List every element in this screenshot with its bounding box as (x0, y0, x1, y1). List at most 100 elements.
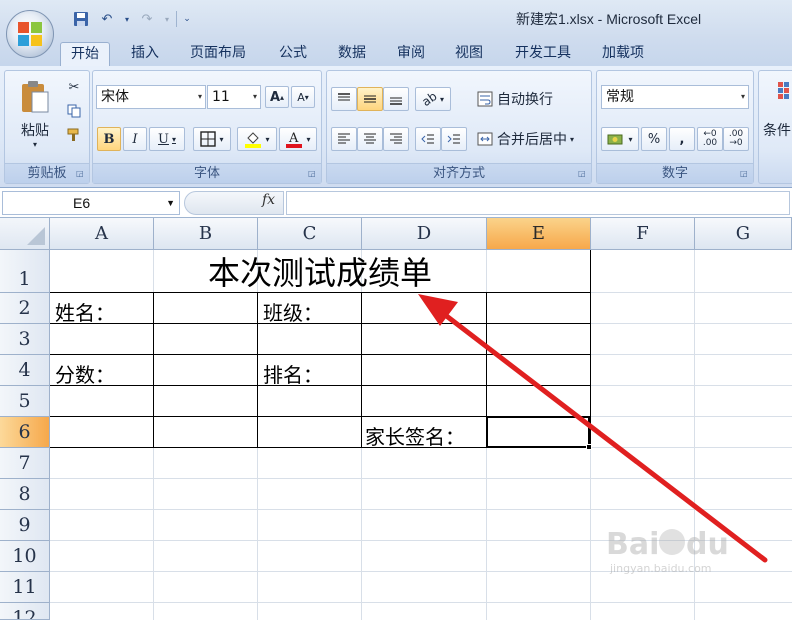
window-title: 新建宏1.xlsx - Microsoft Excel (516, 11, 702, 27)
name-box-dropdown-icon: ▼ (166, 198, 175, 208)
orientation-button[interactable]: ab ▾ (415, 87, 451, 111)
tab-data[interactable]: 数据 (328, 42, 376, 66)
align-center-icon[interactable] (357, 127, 383, 151)
merge-center-button[interactable]: 合并后居中 ▾ (477, 127, 589, 151)
merge-center-dropdown-icon: ▾ (570, 134, 575, 144)
wrap-text-button[interactable]: 自动换行 (477, 87, 589, 111)
paste-icon (22, 80, 49, 112)
cut-icon[interactable]: ✂ (63, 77, 85, 97)
percent-button[interactable]: % (641, 127, 667, 151)
number-format-combo[interactable]: 常规 ▾ (601, 85, 749, 109)
name-box-value: E6 (73, 195, 91, 211)
insert-function-icon[interactable]: fx (262, 192, 275, 208)
paste-dropdown-icon: ▾ (32, 139, 37, 149)
undo-dropdown-icon[interactable]: ▾ (122, 9, 132, 29)
ribbon: 粘贴 ▾ ✂ 剪贴板 ◲ 宋体 ▾ 11 ▾ A ▴ A ▾ B I U ▾ ▾… (0, 66, 792, 188)
tab-page-layout[interactable]: 页面布局 (180, 42, 256, 66)
redo-dropdown-icon[interactable]: ▾ (162, 9, 172, 29)
qat-separator (176, 11, 177, 27)
tab-addins[interactable]: 加载项 (592, 42, 654, 66)
align-bottom-icon[interactable] (383, 87, 409, 111)
font-name-combo[interactable]: 宋体 ▾ (96, 85, 206, 109)
align-right-icon[interactable] (383, 127, 409, 151)
font-color-dropdown-icon: ▾ (306, 134, 311, 144)
name-box[interactable]: E6 ▼ (2, 191, 180, 215)
tab-view[interactable]: 视图 (445, 42, 493, 66)
conditional-format-label[interactable]: 条件 (763, 119, 792, 141)
italic-button[interactable]: I (123, 127, 147, 151)
merge-center-icon (477, 132, 493, 146)
font-color-button[interactable]: A ▾ (279, 127, 317, 151)
redo-icon[interactable]: ↷ (136, 9, 158, 29)
merge-center-label: 合并后居中 (497, 132, 567, 148)
ribbon-tabs: 开始 插入 页面布局 公式 数据 审阅 视图 开发工具 加载项 (0, 38, 792, 66)
grow-font-label: A (269, 89, 281, 105)
shrink-font-button[interactable]: A ▾ (291, 86, 315, 108)
format-painter-icon[interactable] (63, 125, 85, 145)
formula-bar: E6 ▼ fx (0, 188, 792, 218)
accounting-format-button[interactable]: ▾ (601, 127, 639, 151)
tab-review[interactable]: 审阅 (387, 42, 435, 66)
copy-icon[interactable] (63, 101, 85, 121)
worksheet-grid[interactable]: 本次测试成绩单 姓名： 班级： 分数： 排名： 家长签名： A B C D E … (0, 218, 792, 620)
underline-label: U (158, 131, 169, 147)
alignment-group: ab ▾ 自动换行 合并后居中 ▾ 对齐方式 ◲ (326, 70, 592, 184)
increase-decimal-label: .00 (702, 138, 718, 148)
shrink-font-label: A (297, 90, 305, 104)
alignment-launcher-icon[interactable]: ◲ (578, 169, 588, 179)
comma-button[interactable]: , (669, 127, 695, 151)
svg-text:Bai: Bai (606, 527, 659, 562)
font-name-value: 宋体 (101, 89, 129, 105)
quick-access-toolbar: ↶ ▾ ↷ ▾ ⌄ (58, 8, 193, 30)
paste-button[interactable]: 粘贴 ▾ (11, 75, 59, 153)
undo-icon[interactable]: ↶ (96, 9, 118, 29)
bold-button[interactable]: B (97, 127, 121, 151)
decrease-decimal-arrow-icon: →0 (729, 138, 743, 148)
font-size-combo[interactable]: 11 ▾ (207, 85, 261, 109)
decrease-decimal-button[interactable]: .00 →0 (723, 127, 749, 151)
increase-decimal-button[interactable]: ←0.00 (697, 127, 723, 151)
clipboard-launcher-icon[interactable]: ◲ (76, 169, 86, 179)
conditional-format-icon[interactable] (775, 79, 792, 103)
font-size-dropdown-icon: ▾ (252, 92, 257, 101)
font-launcher-icon[interactable]: ◲ (308, 169, 318, 179)
accounting-dropdown-icon: ▾ (628, 134, 633, 144)
office-button[interactable] (6, 10, 54, 58)
font-color-icon: A (286, 131, 303, 148)
borders-button[interactable]: ▾ (193, 127, 231, 151)
number-group: 常规 ▾ ▾ % , ←0.00 .00 →0 数字 ◲ (596, 70, 754, 184)
paste-label: 粘贴 (21, 122, 49, 139)
wrap-text-label: 自动换行 (497, 92, 553, 108)
svg-text:jingyan.baidu.com: jingyan.baidu.com (609, 562, 712, 575)
number-launcher-icon[interactable]: ◲ (740, 169, 750, 179)
svg-text:A: A (288, 131, 299, 146)
tab-insert[interactable]: 插入 (121, 42, 169, 66)
tab-developer[interactable]: 开发工具 (505, 42, 581, 66)
font-group: 宋体 ▾ 11 ▾ A ▴ A ▾ B I U ▾ ▾ ▾ A ▾ 字体 ◲ (92, 70, 322, 184)
number-group-label: 数字 (597, 163, 753, 183)
underline-button[interactable]: U ▾ (149, 127, 185, 151)
decrease-indent-icon[interactable] (415, 127, 441, 151)
wrap-text-icon (477, 91, 493, 107)
fill-color-icon (245, 132, 262, 148)
save-icon[interactable] (70, 9, 92, 29)
align-left-icon[interactable] (331, 127, 357, 151)
clipboard-group: 粘贴 ▾ ✂ 剪贴板 ◲ (4, 70, 90, 184)
increase-indent-icon[interactable] (441, 127, 467, 151)
fill-color-button[interactable]: ▾ (237, 127, 277, 151)
borders-dropdown-icon: ▾ (219, 134, 224, 144)
fill-color-dropdown-icon: ▾ (265, 134, 270, 144)
borders-icon (200, 131, 217, 147)
tab-home[interactable]: 开始 (60, 42, 110, 66)
grow-font-button[interactable]: A ▴ (265, 86, 289, 108)
font-name-dropdown-icon: ▾ (197, 92, 202, 101)
tab-formulas[interactable]: 公式 (269, 42, 317, 66)
customize-qat-icon[interactable]: ⌄ (181, 9, 193, 29)
font-group-label: 字体 (93, 163, 321, 183)
office-logo-icon (18, 22, 42, 46)
svg-text:du: du (686, 527, 729, 562)
align-top-icon[interactable] (331, 87, 357, 111)
formula-input[interactable] (286, 191, 790, 215)
align-middle-icon[interactable] (357, 87, 383, 111)
number-format-value: 常规 (606, 89, 634, 105)
